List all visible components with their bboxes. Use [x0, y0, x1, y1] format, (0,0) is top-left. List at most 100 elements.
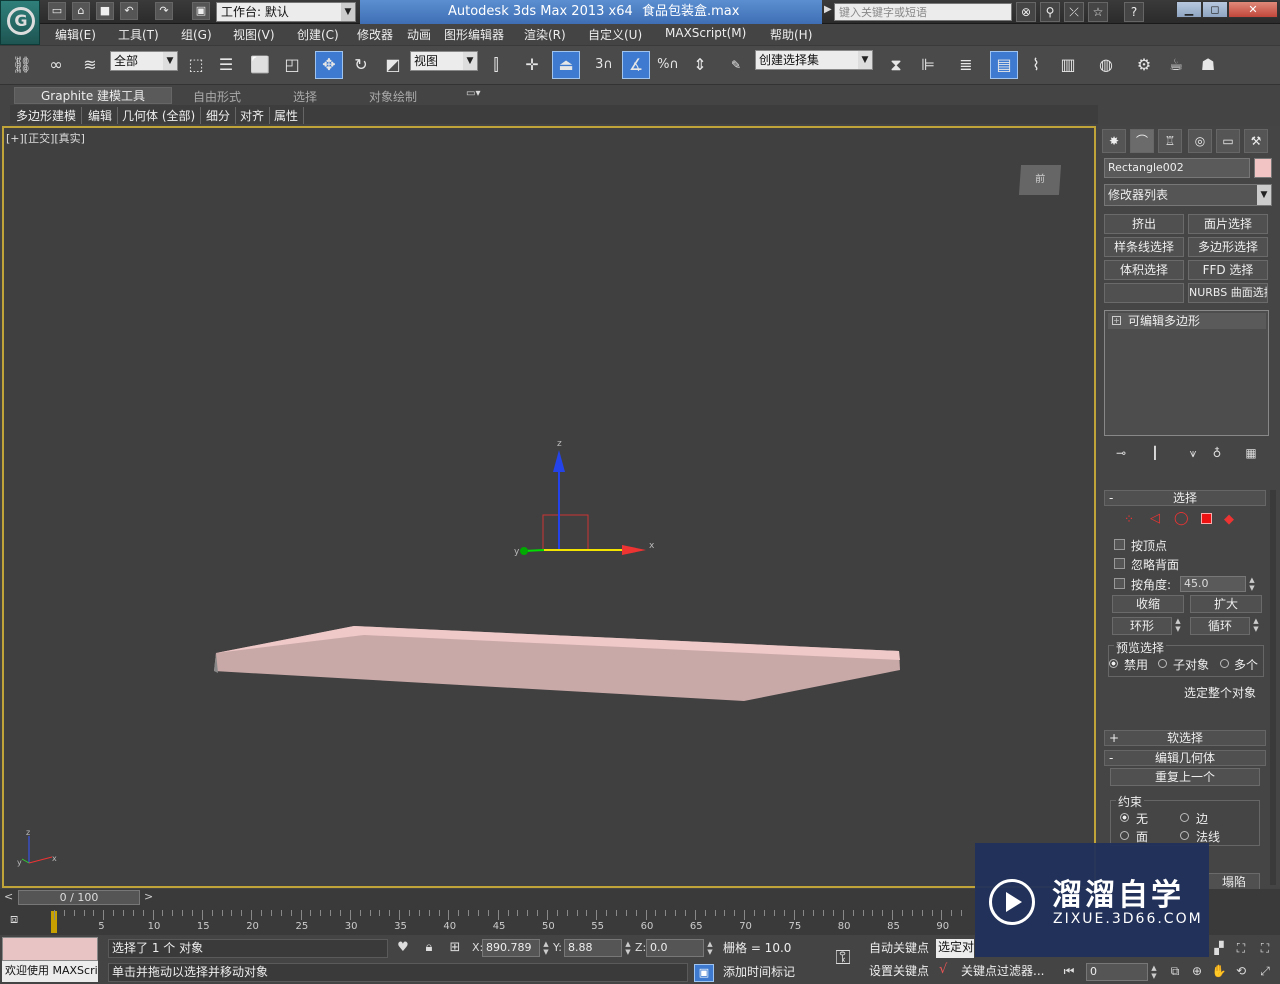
extrude-modifier-button[interactable]: 挤出 [1104, 214, 1184, 234]
ffd-select-button[interactable]: FFD 选择 [1188, 260, 1268, 280]
modifier-stack[interactable]: + 可编辑多边形 [1104, 310, 1269, 436]
reference-coordinate-dropdown[interactable]: 视图 ▼ [410, 51, 478, 71]
keyboard-shortcut-override-icon[interactable]: ⏏ [552, 51, 580, 79]
selection-rollout-header[interactable]: - 选择 [1104, 490, 1266, 506]
tab-graphite-modeling[interactable]: Graphite 建模工具 [14, 87, 173, 104]
modify-tab-icon[interactable]: ⌒ [1130, 129, 1154, 153]
menu-animation[interactable]: 动画 [407, 26, 431, 43]
constraint-none-radio[interactable] [1120, 813, 1129, 822]
modifier-list-dropdown[interactable]: 修改器列表 ▼ [1104, 184, 1272, 206]
front-viewport[interactable]: z x y z x y [2, 126, 1096, 888]
by-angle-checkbox[interactable] [1114, 578, 1125, 589]
command-panel-scrollbar[interactable] [1270, 490, 1276, 885]
auto-key-button[interactable]: 自动关键点 [866, 939, 929, 958]
time-configuration-icon[interactable]: ⧉ [1166, 962, 1184, 980]
poly-select-button[interactable]: 多边形选择 [1188, 237, 1268, 257]
edge-mode-icon[interactable]: ◁ [1150, 511, 1160, 526]
ribbon-options-icon[interactable]: ▭▾ [466, 88, 480, 99]
menu-modifiers[interactable]: 修改器 [357, 26, 393, 43]
ignore-backfacing-checkbox[interactable] [1114, 558, 1125, 569]
menu-help[interactable]: 帮助(H) [770, 26, 812, 43]
menu-tools[interactable]: 工具(T) [118, 26, 159, 43]
utilities-tab-icon[interactable]: ⚒ [1244, 129, 1268, 153]
preview-off-radio[interactable] [1109, 659, 1118, 668]
link-icon[interactable]: ⛓ [8, 51, 36, 79]
expand-arrow-icon[interactable]: ▶ [824, 4, 832, 15]
graphite-toggle-icon[interactable]: ▤ [990, 51, 1018, 79]
layer-manager-icon[interactable]: ≣ [952, 51, 980, 79]
remove-modifier-icon[interactable]: ♁ [1208, 444, 1226, 462]
set-key-button[interactable]: 设置关键点 [866, 962, 929, 981]
current-frame-field[interactable]: 0 [1086, 963, 1148, 981]
pan-view-icon[interactable]: ✋ [1210, 962, 1228, 980]
border-mode-icon[interactable]: ◯ [1174, 511, 1189, 526]
panel-align[interactable]: 对齐 [240, 107, 271, 124]
select-manipulate-icon[interactable]: ✛ [518, 51, 546, 79]
tab-freeform[interactable]: 自由形式 [193, 88, 241, 105]
x-coord-field[interactable]: 890.789 [482, 939, 540, 957]
window-crossing-icon[interactable]: ◰ [278, 51, 306, 79]
menu-maxscript[interactable]: MAXScript(M) [665, 26, 746, 40]
z-spinner-icon[interactable]: ▲ ▼ [706, 940, 714, 956]
new-file-icon[interactable]: ▭ [48, 2, 66, 20]
object-color-swatch[interactable] [1254, 158, 1272, 178]
time-slider-handle[interactable]: 0 / 100 [18, 890, 140, 905]
snaps-toggle-icon[interactable]: 3∩ [590, 51, 618, 79]
preview-subobject-radio[interactable] [1158, 659, 1167, 668]
maxscript-listener-swatch[interactable] [2, 937, 98, 961]
render-production-icon[interactable]: ☗ [1194, 51, 1222, 79]
menu-create[interactable]: 创建(C) [297, 26, 339, 43]
absolute-relative-toggle-icon[interactable]: ⊞ [446, 939, 464, 957]
rendered-frame-window-icon[interactable]: ☕ [1162, 51, 1190, 79]
motion-tab-icon[interactable]: ◎ [1188, 129, 1212, 153]
app-menu-button[interactable]: G [0, 0, 40, 45]
orbit-icon[interactable]: ⟲ [1232, 962, 1250, 980]
pivot-center-icon[interactable]: ⫿ [482, 51, 510, 79]
redo-icon[interactable]: ↷ [155, 2, 173, 20]
open-file-icon[interactable]: ⌂ [72, 2, 90, 20]
volume-select-button[interactable]: 体积选择 [1104, 260, 1184, 280]
panel-geometry-all[interactable]: 几何体 (全部) [122, 107, 202, 124]
search-input[interactable]: 键入关键字或短语 [834, 3, 1012, 21]
previous-frame-icon[interactable]: < [4, 890, 13, 903]
named-selection-dropdown[interactable]: 创建选择集 ▼ [755, 50, 873, 70]
stack-item-editable-poly[interactable]: + 可编辑多边形 [1108, 313, 1266, 329]
select-and-move-icon[interactable]: ✥ [315, 51, 343, 79]
menu-graph-editors[interactable]: 图形编辑器 [444, 26, 504, 43]
zoom-all-icon[interactable]: ▞ [1210, 939, 1228, 957]
nurbs-surface-select-button[interactable]: NURBS 曲面选择 [1188, 283, 1268, 303]
maxscript-mini-listener[interactable]: 欢迎使用 MAXScri [2, 961, 98, 982]
panel-edit[interactable]: 编辑 [88, 107, 119, 124]
loop-button[interactable]: 循环 [1190, 617, 1250, 635]
y-coord-field[interactable]: 8.88 [564, 939, 622, 957]
configure-sets-icon[interactable]: ▦ [1242, 444, 1260, 462]
ring-button[interactable]: 环形 [1112, 617, 1172, 635]
frame-spinner-icon[interactable]: ▲ ▼ [1150, 964, 1158, 980]
minimize-button[interactable]: ▁ [1176, 1, 1202, 18]
isolate-selection-icon[interactable]: ♥ [394, 939, 412, 957]
constraint-face-radio[interactable] [1120, 831, 1129, 840]
maximize-button[interactable]: ◻ [1202, 1, 1228, 18]
pin-stack-icon[interactable]: ⊸ [1112, 444, 1130, 462]
y-spinner-icon[interactable]: ▲ ▼ [624, 940, 632, 956]
create-tab-icon[interactable]: ✸ [1102, 129, 1126, 153]
save-file-icon[interactable]: ■ [96, 2, 114, 20]
constraint-edge-radio[interactable] [1180, 813, 1189, 822]
percent-snap-icon[interactable]: %∩ [654, 51, 682, 79]
select-and-rotate-icon[interactable]: ↻ [347, 51, 375, 79]
help-icon[interactable]: ? [1124, 2, 1144, 22]
panel-subdivision[interactable]: 细分 [206, 107, 237, 124]
key-filters-button[interactable]: 关键点过滤器... [958, 962, 1044, 981]
time-tag-icon[interactable]: ▣ [694, 964, 714, 982]
loop-spinner-icon[interactable]: ▲ ▼ [1252, 617, 1260, 633]
select-and-scale-icon[interactable]: ◩ [379, 51, 407, 79]
mini-curve-editor-icon[interactable]: ⧈ [10, 912, 18, 927]
key-mode-dropdown[interactable]: 选定对 [936, 939, 974, 958]
show-end-result-icon[interactable]: ┃ [1146, 444, 1164, 462]
constraint-normal-radio[interactable] [1180, 831, 1189, 840]
spinner-arrows-icon[interactable]: ▲ ▼ [1248, 576, 1256, 592]
shrink-button[interactable]: 收缩 [1112, 595, 1184, 613]
by-vertex-checkbox[interactable] [1114, 539, 1125, 550]
add-time-tag[interactable]: 添加时间标记 [720, 963, 816, 982]
select-object-icon[interactable]: ⬚ [182, 51, 210, 79]
